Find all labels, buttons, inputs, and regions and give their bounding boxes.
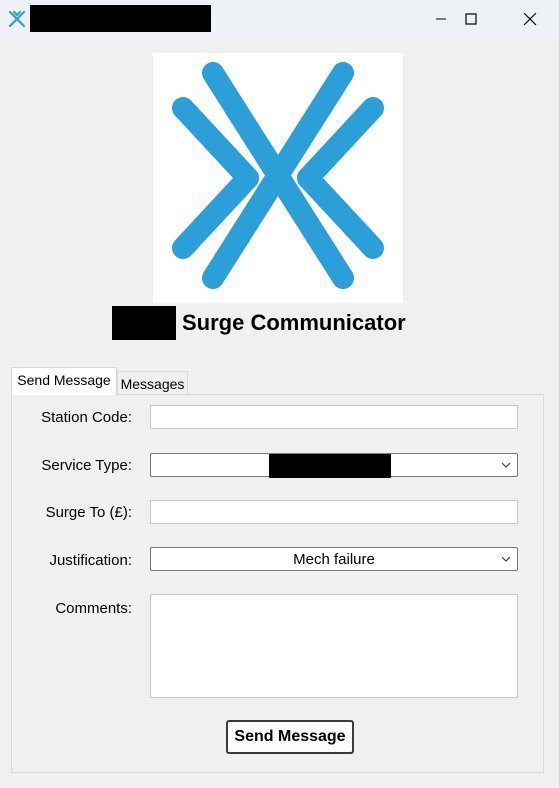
station-code-label: Station Code:	[41, 409, 132, 426]
service-type-label: Service Type:	[41, 457, 132, 474]
send-message-button[interactable]: Send Message	[226, 720, 354, 754]
tab-send-message[interactable]: Send Message	[11, 367, 117, 395]
x-logo-icon	[153, 53, 403, 303]
tab-messages[interactable]: Messages	[117, 371, 188, 394]
station-code-input[interactable]	[150, 405, 518, 429]
comments-textarea[interactable]	[150, 594, 518, 698]
chevron-down-icon	[501, 556, 511, 562]
window-title-redacted	[30, 5, 211, 32]
surge-to-input[interactable]	[150, 500, 518, 524]
app-logo-icon	[8, 10, 26, 28]
service-type-value-redacted	[269, 454, 391, 478]
comments-label: Comments:	[55, 600, 132, 617]
surge-to-label: Surge To (£):	[45, 504, 132, 521]
maximize-button[interactable]	[442, 0, 500, 38]
app-name-redacted	[112, 306, 176, 340]
close-icon	[523, 12, 537, 26]
send-message-panel	[11, 394, 544, 773]
chevron-down-icon	[501, 462, 511, 468]
close-button[interactable]	[501, 0, 559, 38]
window-titlebar	[0, 0, 559, 38]
page-title: Surge Communicator	[182, 310, 406, 335]
justification-select[interactable]: Mech failure	[150, 547, 518, 571]
justification-value: Mech failure	[293, 550, 375, 568]
service-type-select[interactable]	[150, 453, 518, 478]
justification-label: Justification:	[49, 552, 132, 569]
maximize-icon	[465, 13, 477, 25]
